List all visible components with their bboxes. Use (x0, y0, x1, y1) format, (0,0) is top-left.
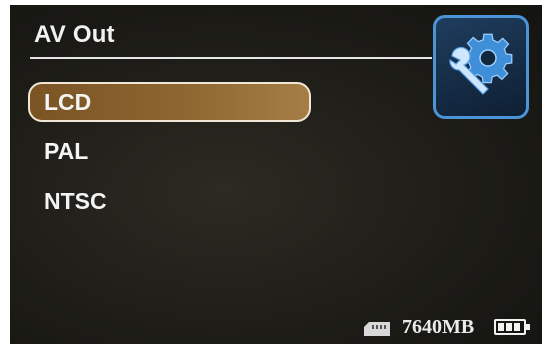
screen: AV Out LCD PAL NTSC 7640MB (10, 5, 542, 344)
status-bar: 7640MB (10, 313, 542, 339)
settings-badge (433, 15, 529, 119)
gear-wrench-icon (449, 33, 513, 95)
menu-item-ntsc[interactable]: NTSC (28, 181, 311, 221)
menu-item-lcd[interactable]: LCD (28, 82, 311, 122)
sd-card-icon (364, 322, 390, 336)
storage-free: 7640MB (402, 316, 475, 338)
battery-icon (494, 319, 530, 335)
page-title: AV Out (34, 21, 115, 48)
menu-item-pal[interactable]: PAL (28, 131, 311, 171)
title-divider (30, 57, 432, 59)
